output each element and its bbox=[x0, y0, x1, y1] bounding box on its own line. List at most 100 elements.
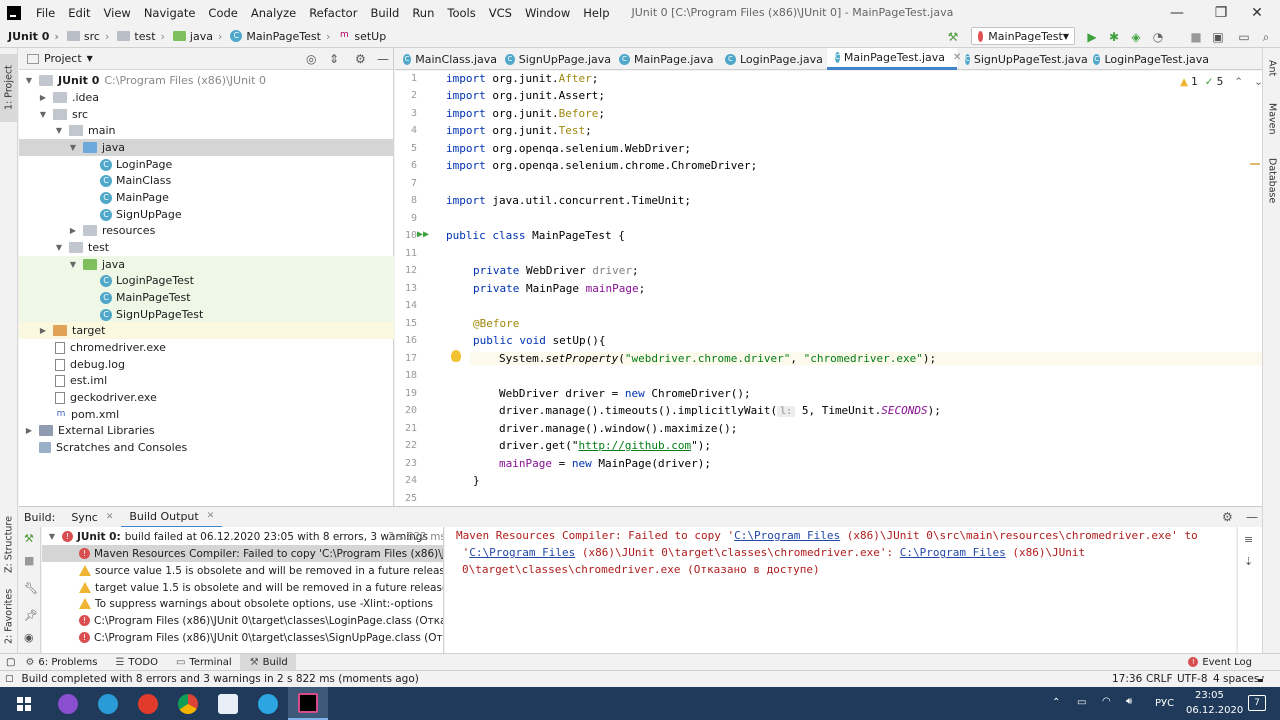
chevron-down-icon[interactable]: ▼ bbox=[23, 76, 35, 85]
wrench-icon[interactable]: 🔧︎ bbox=[24, 582, 38, 595]
build-message-row[interactable]: ! C:\Program Files (x86)\JUnit 0\target\… bbox=[42, 629, 443, 646]
build-message-row[interactable]: To suppress warnings about obsolete opti… bbox=[42, 595, 443, 612]
clock-time[interactable]: 23:05 bbox=[1195, 690, 1224, 701]
tree-item-signuppagetest[interactable]: C SignUpPageTest bbox=[19, 306, 394, 323]
taskbar-app-tor[interactable] bbox=[48, 687, 88, 720]
tab-mainpage[interactable]: C MainPage.java bbox=[611, 48, 717, 70]
layout-icon[interactable]: ▢ bbox=[5, 674, 14, 684]
tree-item-src[interactable]: ▼ src bbox=[19, 106, 394, 123]
close-icon[interactable]: ✕ bbox=[106, 512, 114, 522]
terminal-tool-tab[interactable]: ▭ Terminal bbox=[166, 654, 240, 671]
tab-build-output[interactable]: Build Output ✕ bbox=[121, 507, 223, 528]
menu-view[interactable]: View bbox=[97, 6, 137, 20]
file-encoding[interactable]: UTF-8 bbox=[1177, 673, 1208, 685]
lightbulb-icon[interactable] bbox=[451, 350, 461, 362]
build-message-row[interactable]: ! C:\Program Files (x86)\JUnit 0\target\… bbox=[42, 612, 443, 629]
status-message[interactable]: Build completed with 8 errors and 3 warn… bbox=[22, 673, 419, 685]
file-link[interactable]: C:\Program Files bbox=[734, 529, 840, 542]
code-editor[interactable]: 1 2 3 4 5 6 7 8 9 10 11 12 13 14 15 16 1… bbox=[395, 71, 1262, 506]
tree-item-scratches[interactable]: Scratches and Consoles bbox=[19, 439, 394, 456]
chevron-down-icon[interactable]: ▼ bbox=[67, 143, 79, 152]
pin-icon[interactable]: 📌︎ bbox=[24, 609, 38, 622]
tree-item-project-root[interactable]: ▼ JUnit 0 C:\Program Files (x86)\JUnit 0 bbox=[19, 72, 394, 89]
build-message-row[interactable]: target value 1.5 is obsolete and will be… bbox=[42, 579, 443, 596]
taskbar-app-yandex[interactable] bbox=[128, 687, 168, 720]
scroll-to-end-icon[interactable]: ⇣ bbox=[1244, 555, 1253, 568]
close-window-button[interactable]: ✕ bbox=[1234, 0, 1280, 25]
file-link[interactable]: C:\Program Files bbox=[900, 546, 1006, 559]
taskbar-app-chrome[interactable] bbox=[168, 687, 208, 720]
debug-icon[interactable]: ✱ bbox=[1107, 30, 1121, 44]
input-language[interactable]: РУС bbox=[1155, 698, 1174, 709]
tree-item-debug-log[interactable]: debug.log bbox=[19, 356, 394, 373]
chevron-down-icon[interactable]: ▼ bbox=[53, 126, 65, 135]
breadcrumb-class[interactable]: C MainPageTest › bbox=[222, 30, 330, 43]
maven-tool-tab[interactable]: Maven bbox=[1263, 94, 1280, 144]
menu-window[interactable]: Window bbox=[518, 6, 576, 20]
project-view-title[interactable]: Project bbox=[44, 52, 82, 65]
ant-tool-tab[interactable]: Ant bbox=[1263, 52, 1280, 84]
hide-icon[interactable]: — bbox=[377, 52, 389, 66]
chevron-down-icon[interactable]: ⌄ bbox=[1254, 76, 1263, 88]
favorites-tool-tab[interactable]: 2: Favorites bbox=[0, 582, 18, 650]
taskbar-app-edge[interactable] bbox=[88, 687, 128, 720]
warning-scroll-marker[interactable] bbox=[1250, 163, 1260, 165]
tree-item-loginpagetest[interactable]: C LoginPageTest bbox=[19, 272, 394, 289]
start-button[interactable] bbox=[0, 687, 48, 720]
todo-tool-tab[interactable]: ☰ TODO bbox=[105, 654, 166, 671]
chevron-right-icon[interactable]: ▶ bbox=[37, 93, 49, 102]
chevron-down-icon[interactable]: ▼ bbox=[87, 54, 93, 63]
problems-tool-tab[interactable]: ⚙ 6: Problems bbox=[15, 654, 105, 671]
tray-overflow-icon[interactable]: ⌃ bbox=[1052, 697, 1060, 708]
tab-signuppage[interactable]: C SignUpPage.java bbox=[497, 48, 611, 70]
stop-icon[interactable]: ■ bbox=[24, 554, 34, 567]
gear-icon[interactable]: ⚙ bbox=[355, 52, 366, 66]
inspection-widget[interactable]: ▲ 1 ✓ 5 ⌃ ⌄ bbox=[1180, 76, 1263, 88]
tab-mainclass[interactable]: C MainClass.java bbox=[395, 48, 497, 70]
build-output-console[interactable]: Maven Resources Compiler: Failed to copy… bbox=[445, 527, 1236, 653]
search-icon[interactable]: ⌕ bbox=[1259, 30, 1273, 44]
chevron-down-icon[interactable]: ▼ bbox=[53, 243, 65, 252]
minimize-button[interactable]: — bbox=[1154, 0, 1200, 25]
breadcrumb-project[interactable]: JUnit 0 › bbox=[0, 30, 59, 43]
menu-run[interactable]: Run bbox=[405, 6, 440, 20]
run-icon[interactable]: ▶ bbox=[1085, 30, 1099, 44]
hide-icon[interactable]: — bbox=[1246, 510, 1258, 524]
chevron-right-icon[interactable]: ▶ bbox=[37, 326, 49, 335]
tab-sync[interactable]: Sync ✕ bbox=[63, 507, 121, 528]
menu-refactor[interactable]: Refactor bbox=[302, 6, 363, 20]
build-summary-row[interactable]: ▼ ! JUnit 0: build failed at 06.12.2020 … bbox=[42, 528, 443, 545]
tree-item-mainpage[interactable]: C MainPage bbox=[19, 189, 394, 206]
caret-position[interactable]: 17:36 bbox=[1112, 673, 1142, 685]
run-configuration-select[interactable]: MainPageTest ▼ bbox=[971, 27, 1075, 45]
structure-tool-tab[interactable]: Z: Structure bbox=[0, 508, 18, 582]
build-tool-tab[interactable]: ⚒ Build bbox=[239, 653, 296, 671]
breadcrumb-method[interactable]: m setUp bbox=[330, 30, 386, 43]
tree-item-loginpage[interactable]: C LoginPage bbox=[19, 156, 394, 173]
profile-icon[interactable]: ◔ bbox=[1151, 30, 1165, 44]
tree-item-test[interactable]: ▼ test bbox=[19, 239, 394, 256]
tree-item-pom[interactable]: m pom.xml bbox=[19, 406, 394, 423]
menu-analyze[interactable]: Analyze bbox=[244, 6, 302, 20]
close-icon[interactable]: ✕ bbox=[207, 511, 215, 521]
chevron-down-icon[interactable]: ▼ bbox=[46, 532, 58, 541]
chevron-down-icon[interactable]: ▼ bbox=[67, 260, 79, 269]
chevron-down-icon[interactable]: ▼ bbox=[37, 110, 49, 119]
rebuild-icon[interactable]: ⚒ bbox=[24, 532, 34, 545]
tab-signuppagetest[interactable]: C SignUpPageTest.java bbox=[957, 48, 1088, 70]
taskbar-app-telegram[interactable] bbox=[248, 687, 288, 720]
taskbar-app-intellij[interactable] bbox=[288, 687, 328, 720]
code-link[interactable]: http://github.com bbox=[578, 439, 691, 452]
collapse-all-icon[interactable]: ⇕ bbox=[329, 52, 339, 66]
menu-code[interactable]: Code bbox=[201, 6, 243, 20]
network-icon[interactable]: ▭ bbox=[1077, 697, 1086, 708]
breadcrumb-java[interactable]: java › bbox=[165, 30, 222, 43]
tree-item-target[interactable]: ▶ target bbox=[19, 322, 394, 339]
run-test-gutter-icon[interactable]: ▶▶ bbox=[417, 229, 429, 240]
menu-vcs[interactable]: VCS bbox=[482, 6, 518, 20]
chevron-up-icon[interactable]: ⌃ bbox=[1234, 76, 1243, 88]
menu-navigate[interactable]: Navigate bbox=[137, 6, 202, 20]
menu-help[interactable]: Help bbox=[576, 6, 615, 20]
tree-item-iml[interactable]: est.iml bbox=[19, 372, 394, 389]
event-log-tool-tab[interactable]: ! Event Log bbox=[1178, 654, 1260, 671]
